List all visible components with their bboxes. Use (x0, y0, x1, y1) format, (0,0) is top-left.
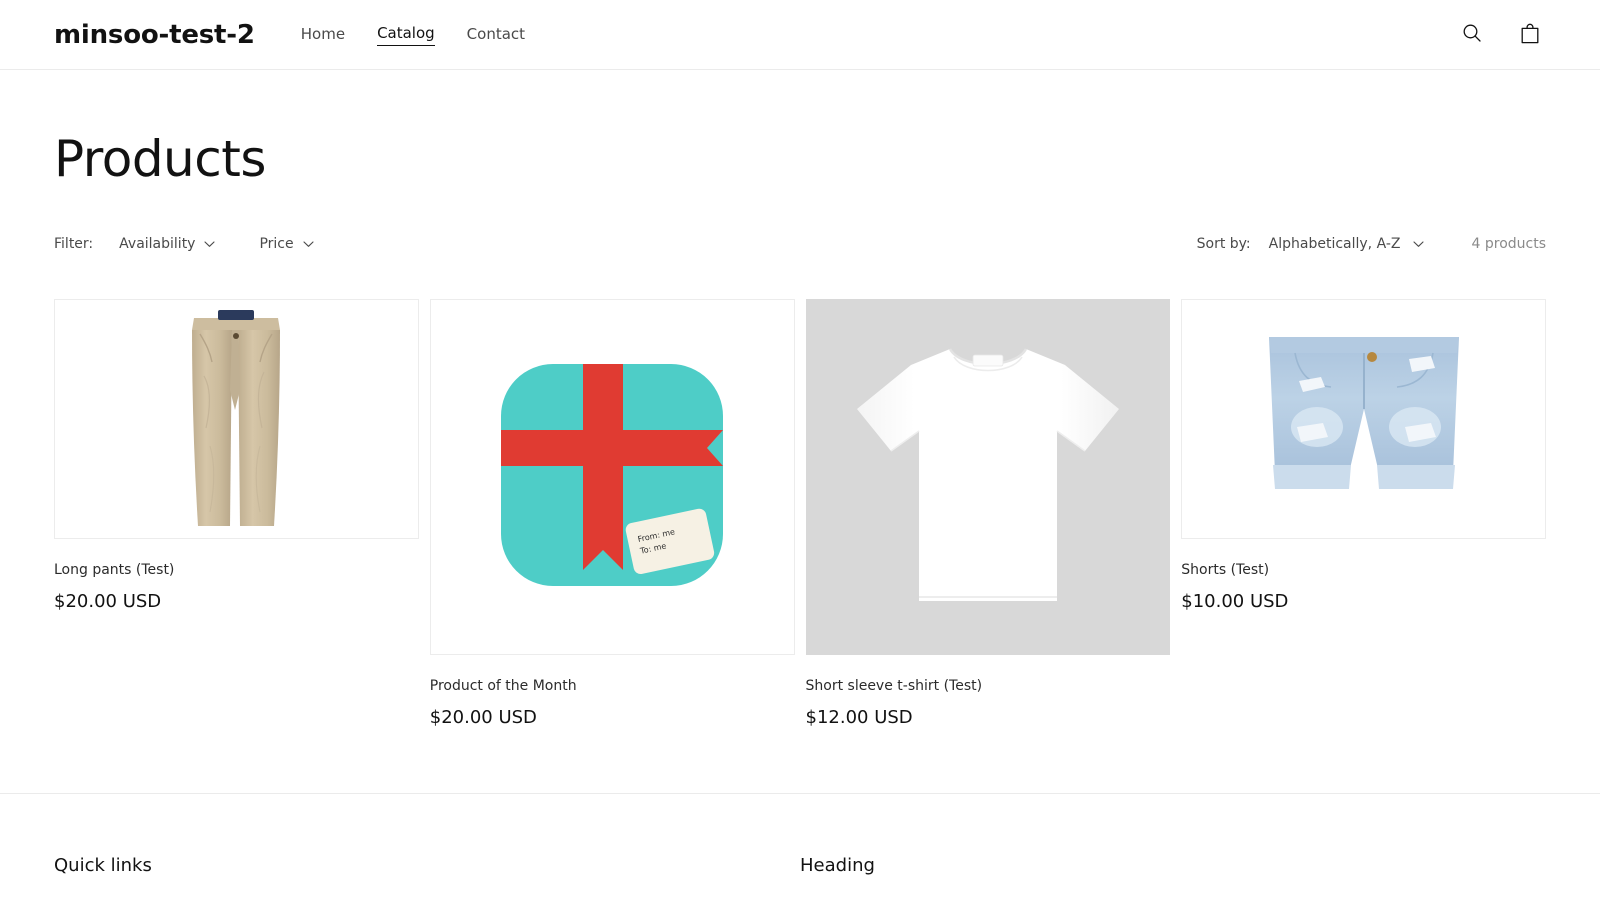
product-price: $20.00 USD (429, 707, 537, 728)
chevron-down-icon (1412, 240, 1424, 248)
filter-availability-dropdown[interactable]: Availability (119, 236, 216, 252)
header-actions (1456, 19, 1546, 51)
product-count: 4 products (1471, 236, 1547, 252)
khaki-chino-pants (166, 306, 306, 538)
chevron-down-icon (303, 240, 314, 248)
footer-column-quick-links: Quick links (54, 854, 800, 878)
distressed-denim-shorts (1239, 323, 1489, 515)
search-icon (1461, 22, 1483, 47)
product-title: Long pants (Test) (54, 562, 175, 578)
product-info: Product of the Month $20.00 USD (430, 655, 795, 729)
product-image-short-sleeve-tshirt (805, 299, 1171, 655)
page-main: Products Filter: Availability Price Sort… (0, 132, 1600, 729)
product-card[interactable]: Long pants (Test) $20.00 USD (54, 299, 419, 613)
search-button[interactable] (1456, 19, 1488, 51)
sort-by-dropdown[interactable]: Alphabetically, A-Z (1269, 236, 1424, 252)
product-grid: Long pants (Test) $20.00 USD From: me To… (54, 299, 1546, 729)
product-title: Shorts (Test) (1181, 562, 1270, 578)
facets-bar: Filter: Availability Price Sort by: Alph… (54, 231, 1546, 257)
teal-gift-box-icon: From: me To: me (483, 346, 741, 608)
site-footer: Quick links Heading (0, 793, 1600, 878)
product-price: $20.00 USD (54, 591, 162, 612)
filter-label: Filter: (54, 236, 94, 252)
product-info: Long pants (Test) $20.00 USD (54, 539, 419, 613)
product-title: Product of the Month (429, 678, 577, 694)
product-card[interactable]: Shorts (Test) $10.00 USD (1181, 299, 1546, 613)
product-price: $12.00 USD (805, 707, 913, 728)
nav-link-home[interactable]: Home (301, 24, 345, 46)
sort-by-label: Sort by: (1196, 236, 1251, 252)
main-navigation: Home Catalog Contact (301, 23, 525, 46)
product-image-product-of-the-month: From: me To: me From: me To: me (429, 299, 795, 655)
product-info: Shorts (Test) $10.00 USD (1181, 539, 1546, 613)
product-card[interactable]: From: me To: me From: me To: me Product … (429, 299, 795, 729)
sort-group: Sort by: Alphabetically, A-Z 4 products (1197, 236, 1546, 252)
product-price: $10.00 USD (1181, 591, 1289, 612)
sort-by-value: Alphabetically, A-Z (1268, 236, 1401, 252)
product-image-shorts (1181, 299, 1546, 539)
nav-link-contact[interactable]: Contact (467, 24, 525, 46)
brand-logo[interactable]: minsoo-test-2 (54, 20, 255, 50)
page-title: Products (54, 130, 266, 188)
footer-heading-secondary: Heading (800, 855, 875, 876)
footer-column-secondary: Heading (800, 854, 875, 878)
nav-link-catalog[interactable]: Catalog (377, 23, 435, 46)
product-card[interactable]: Short sleeve t-shirt (Test) $12.00 USD (805, 299, 1171, 729)
site-header: minsoo-test-2 Home Catalog Contact (0, 0, 1600, 70)
white-crewneck-tshirt (847, 339, 1129, 615)
product-image-long-pants (54, 299, 419, 539)
filter-group: Filter: Availability Price (54, 236, 358, 252)
footer-heading-quick-links: Quick links (54, 855, 152, 876)
shopping-bag-icon (1519, 22, 1541, 48)
product-title: Short sleeve t-shirt (Test) (805, 678, 983, 694)
filter-price-label: Price (259, 236, 294, 252)
cart-button[interactable] (1514, 19, 1546, 51)
product-info: Short sleeve t-shirt (Test) $12.00 USD (806, 655, 1171, 729)
filter-availability-label: Availability (119, 236, 196, 252)
chevron-down-icon (204, 240, 216, 248)
filter-price-dropdown[interactable]: Price (259, 236, 314, 252)
